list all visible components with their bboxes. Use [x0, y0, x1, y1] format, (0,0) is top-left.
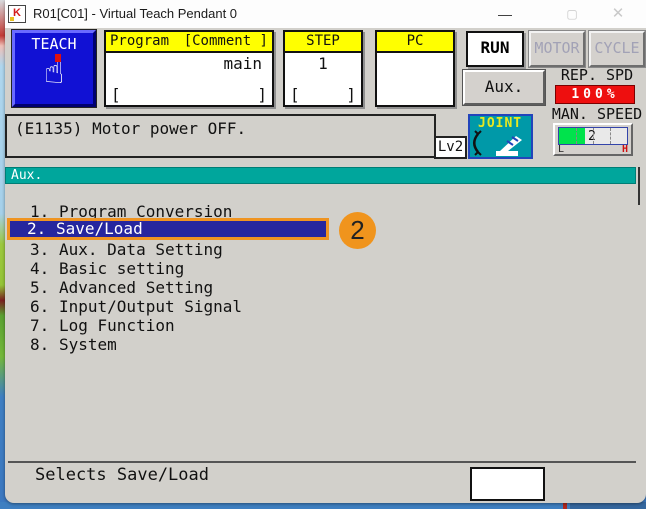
joint-mode-button[interactable]: JOINT — [468, 114, 533, 159]
teach-label: TEACH — [31, 35, 77, 53]
footer-divider — [8, 461, 636, 463]
program-header-label: Program — [110, 33, 170, 49]
app-icon: K — [8, 5, 26, 23]
robot-arm-icon — [473, 130, 522, 156]
minimize-icon[interactable]: — — [485, 0, 525, 28]
man-speed-low-label: L — [558, 144, 565, 155]
taskbar-strip — [0, 502, 646, 509]
menu-item-save-load-selected[interactable]: 2. Save/Load — [7, 218, 329, 240]
title-bar: K R01[C01] - Virtual Teach Pendant 0 — ▢… — [5, 0, 646, 28]
status-message-box: (E1135) Motor power OFF. — [5, 114, 436, 158]
maximize-icon[interactable]: ▢ — [552, 0, 592, 28]
teach-button[interactable]: TEACH ☝ — [11, 29, 97, 108]
close-icon[interactable]: ✕ — [598, 0, 638, 28]
man-speed-high-label: H — [621, 144, 628, 155]
program-panel[interactable]: Program [Comment ] main [] — [104, 30, 274, 107]
rep-spd-label: REP. SPD — [560, 66, 634, 84]
step-header-label: STEP — [306, 33, 340, 49]
man-speed-track: 2 — [558, 127, 628, 145]
taskbar-dim-segment — [570, 502, 646, 509]
footer-input[interactable] — [470, 467, 545, 501]
menu-item-basic-setting[interactable]: 4. Basic setting — [30, 259, 184, 278]
run-button[interactable]: RUN — [466, 31, 524, 67]
program-brackets: [] — [111, 85, 267, 104]
pc-panel[interactable]: PC — [375, 30, 455, 107]
aux-button[interactable]: Aux. — [462, 69, 546, 106]
footer-hint-text: Selects Save/Load — [35, 465, 209, 485]
man-speed-label: MAN. SPEED — [551, 105, 643, 123]
annotation-step-badge: 2 — [339, 212, 376, 249]
man-speed-value: 2 — [588, 129, 596, 144]
menu-item-advanced-setting[interactable]: 5. Advanced Setting — [30, 278, 213, 297]
scrollbar[interactable] — [638, 167, 640, 205]
step-panel[interactable]: STEP 1 [] — [283, 30, 363, 107]
menu-header-bar: Aux. — [5, 167, 636, 184]
motor-button[interactable]: MOTOR — [528, 30, 586, 68]
menu-item-system[interactable]: 8. System — [30, 335, 117, 354]
program-comment-label: [Comment ] — [183, 33, 268, 49]
step-brackets: [] — [290, 85, 356, 104]
menu-item-input-output-signal[interactable]: 6. Input/Output Signal — [30, 297, 242, 316]
menu-item-log-function[interactable]: 7. Log Function — [30, 316, 175, 335]
taskbar-red-sliver — [563, 502, 567, 509]
man-speed-bar — [559, 128, 585, 144]
cycle-button[interactable]: CYCLE — [588, 30, 646, 68]
menu-item-aux-data-setting[interactable]: 3. Aux. Data Setting — [30, 240, 223, 259]
step-value: 1 — [318, 54, 328, 73]
level-badge: Lv2 — [434, 136, 467, 159]
virtual-teach-pendant-window: K R01[C01] - Virtual Teach Pendant 0 — ▢… — [5, 0, 646, 503]
pc-header-label: PC — [406, 33, 424, 49]
window-title: R01[C01] - Virtual Teach Pendant 0 — [33, 6, 238, 21]
hand-pointer-icon: ☝ — [43, 52, 65, 92]
program-name-value: main — [223, 54, 262, 73]
rep-spd-value: 100% — [555, 85, 635, 104]
man-speed-indicator[interactable]: 2 L H — [553, 123, 633, 156]
